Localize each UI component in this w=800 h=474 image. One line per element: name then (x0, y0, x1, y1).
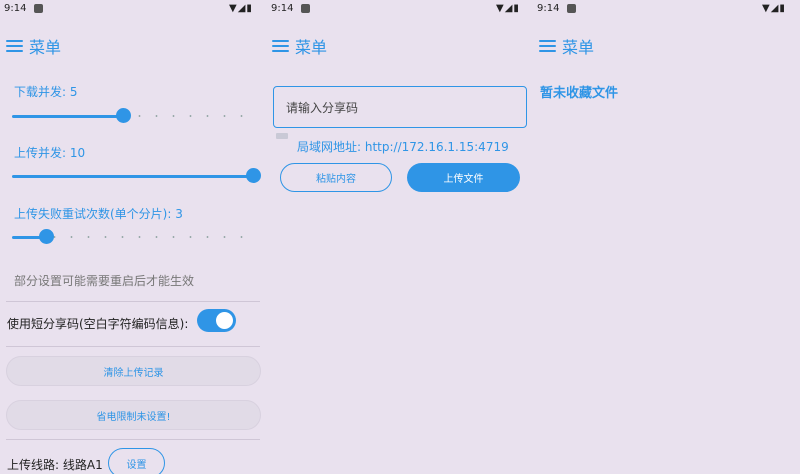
divider (6, 301, 260, 302)
menu-label: 菜单 (562, 38, 595, 57)
slider-thumb[interactable] (116, 108, 131, 123)
divider (6, 439, 260, 440)
menu-label: 菜单 (295, 38, 328, 57)
slider-thumb[interactable] (246, 168, 261, 183)
short-code-toggle[interactable] (197, 309, 236, 332)
short-code-label: 使用短分享码(空白字符编码信息): (7, 317, 189, 331)
status-icons-2: ▼◢▮ (496, 3, 520, 14)
paste-button[interactable]: 粘贴内容 (280, 163, 392, 192)
status-icons-3: ▼◢▮ (762, 3, 786, 14)
share-code-input[interactable]: 请输入分享码 (273, 86, 527, 128)
notification-icon (34, 4, 43, 13)
upload-retry-slider[interactable] (12, 229, 254, 245)
menu-label: 菜单 (29, 38, 62, 57)
status-time-1: 9:14 (4, 3, 27, 14)
status-time-3: 9:14 (537, 3, 560, 14)
menu-button-1[interactable]: 菜单 (6, 34, 61, 58)
share-code-placeholder: 请输入分享码 (286, 100, 359, 115)
clear-upload-records-button[interactable]: 清除上传记录 (6, 356, 261, 386)
hamburger-icon (6, 39, 23, 53)
power-saving-button[interactable]: 省电限制未设置! (6, 400, 261, 430)
upload-file-button[interactable]: 上传文件 (407, 163, 520, 192)
upload-line-label: 上传线路: 线路A1 (7, 458, 103, 472)
notification-icon (567, 4, 576, 13)
lan-address: 局域网地址: http://172.16.1.15:4719 (297, 140, 509, 154)
slider-thumb[interactable] (39, 229, 54, 244)
upload-concurrency-slider[interactable] (12, 168, 261, 184)
menu-button-2[interactable]: 菜单 (272, 34, 327, 58)
notification-icon (301, 4, 310, 13)
upload-line-settings-button[interactable]: 设置 (108, 448, 165, 474)
upload-retry-label: 上传失败重试次数(单个分片): 3 (14, 207, 183, 221)
hamburger-icon (539, 39, 556, 53)
upload-concurrency-label: 上传并发: 10 (14, 146, 86, 160)
divider (6, 346, 260, 347)
hamburger-icon (272, 39, 289, 53)
hint-tag (276, 133, 288, 139)
status-icons-1: ▼◢▮ (229, 3, 253, 14)
status-time-2: 9:14 (271, 3, 294, 14)
download-concurrency-slider[interactable] (12, 108, 254, 124)
restart-note: 部分设置可能需要重启后才能生效 (14, 274, 195, 288)
no-favorites-text: 暂未收藏文件 (540, 86, 619, 101)
menu-button-3[interactable]: 菜单 (539, 34, 594, 58)
download-concurrency-label: 下载并发: 5 (14, 85, 78, 99)
